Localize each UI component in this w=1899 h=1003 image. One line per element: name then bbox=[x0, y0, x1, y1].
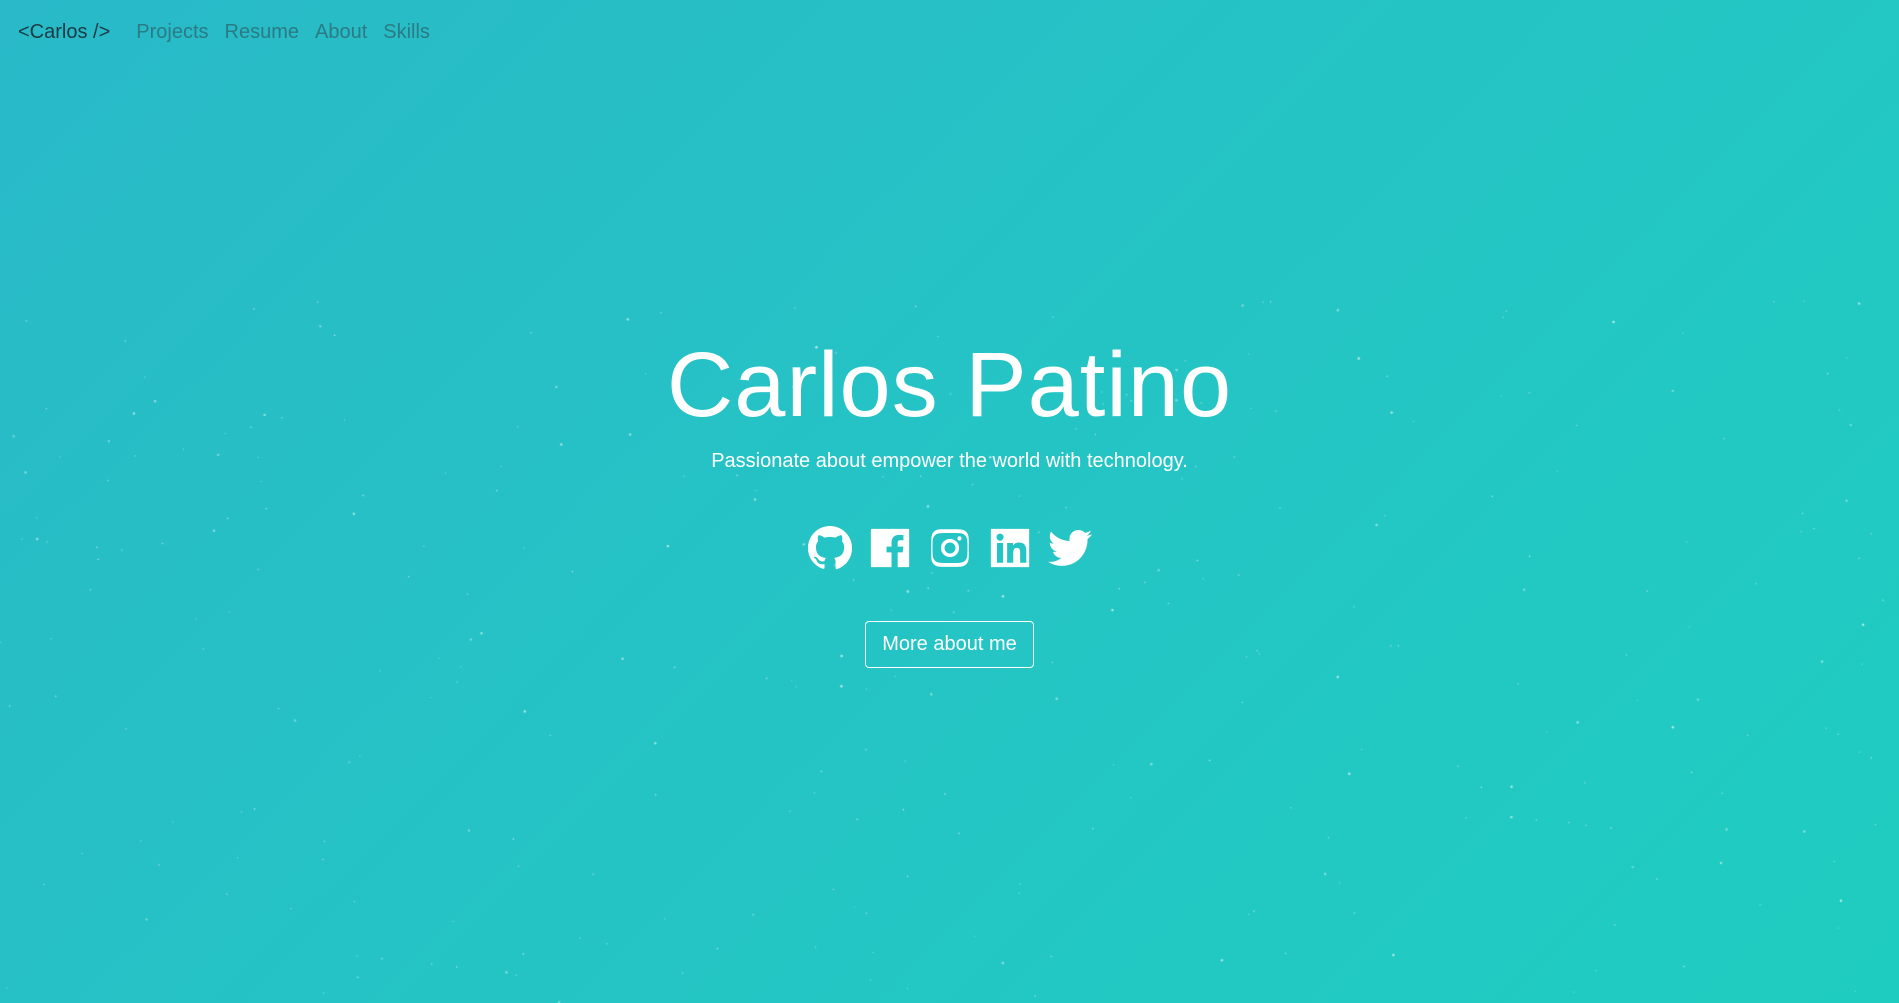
instagram-link[interactable] bbox=[927, 525, 973, 573]
facebook-icon bbox=[870, 528, 909, 568]
instagram-icon bbox=[930, 529, 969, 567]
social-links bbox=[0, 525, 1899, 573]
hero-title: Carlos Patino bbox=[666, 334, 1233, 436]
twitter-link[interactable] bbox=[1047, 525, 1093, 573]
hero-section: Carlos Patino Passionate about empower t… bbox=[0, 330, 1899, 668]
github-link[interactable] bbox=[807, 525, 853, 573]
more-about-me-button[interactable]: More about me bbox=[865, 621, 1034, 668]
linkedin-icon bbox=[990, 528, 1029, 568]
facebook-link[interactable] bbox=[867, 525, 913, 573]
github-icon bbox=[807, 525, 852, 570]
nav-link-projects[interactable]: Projects bbox=[136, 21, 208, 44]
nav-link-skills[interactable]: Skills bbox=[383, 21, 430, 44]
nav-link-resume[interactable]: Resume bbox=[225, 21, 299, 44]
hero-subtitle: Passionate about empower the world with … bbox=[711, 450, 1188, 472]
nav-link-about[interactable]: About bbox=[315, 21, 367, 44]
twitter-icon bbox=[1047, 529, 1092, 566]
top-navbar: <Carlos /> Projects Resume About Skills bbox=[18, 20, 446, 44]
brand-logo[interactable]: <Carlos /> bbox=[18, 21, 110, 44]
linkedin-link[interactable] bbox=[987, 525, 1033, 573]
